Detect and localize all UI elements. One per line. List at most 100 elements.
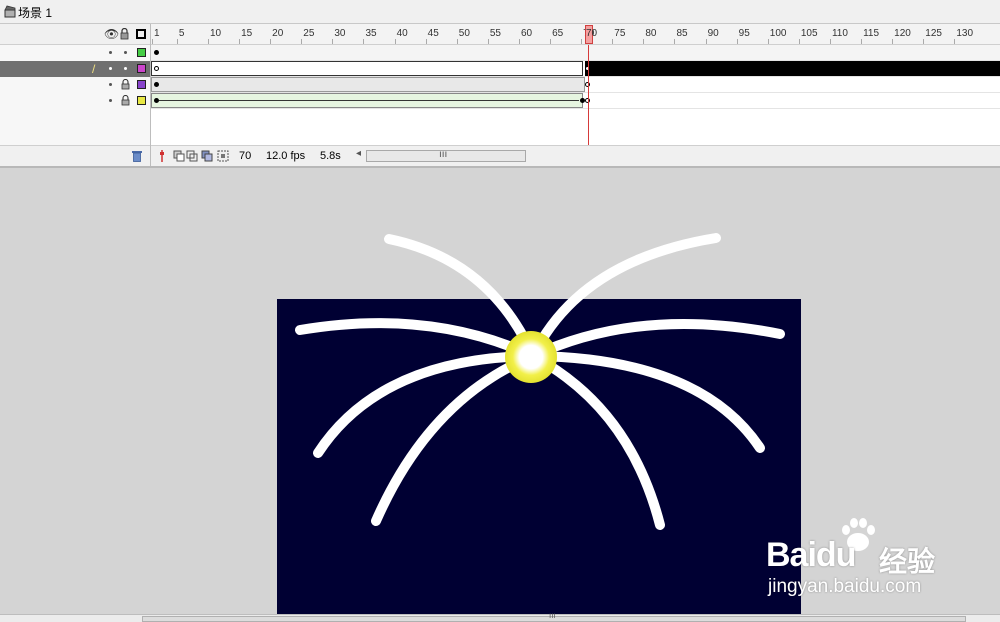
watermark: Baidu 经验 jingyan.baidu.com [766,516,950,604]
lock-dot[interactable] [124,51,127,54]
frame-track[interactable] [151,93,1000,109]
keyframe[interactable] [154,50,159,55]
ruler-number: 80 [645,28,657,39]
layer-color-swatch[interactable] [137,80,146,89]
ruler-tick [736,39,738,44]
timeline-hscroll[interactable]: ııı [366,149,526,162]
ruler-tick [581,39,583,44]
frame-track[interactable] [151,77,1000,93]
eye-icon[interactable]: 👁 [104,28,119,40]
frame-span [151,61,583,76]
scroll-grip-icon[interactable]: ııı [549,611,556,620]
stage-hscroll[interactable]: ııı [0,611,1000,622]
ruler-tick [643,39,645,44]
visibility-dot[interactable] [109,51,112,54]
ruler-tick [207,39,209,44]
ruler-number: 20 [272,28,284,39]
layer-row[interactable] [0,93,150,109]
ruler-tick [954,39,956,44]
ruler-tick [612,39,614,44]
ruler-number: 15 [241,28,253,39]
ruler-number: 125 [925,28,942,39]
ruler-number: 1 [154,28,160,39]
ruler-number: 95 [738,28,750,39]
ruler-tick [705,39,707,44]
visibility-dot[interactable] [109,99,112,102]
ruler-tick [425,39,427,44]
ruler-tick [798,39,800,44]
clapperboard-icon[interactable] [4,5,16,18]
frame-ruler[interactable]: 1510152025303540455055606570758085909510… [151,24,1000,45]
ruler-number: 25 [303,28,315,39]
firework-center[interactable] [505,331,557,383]
ruler-number: 60 [520,28,533,39]
frame-span [151,77,585,92]
ruler-number: 65 [552,28,564,39]
center-frame-icon[interactable] [156,150,168,162]
layer-row[interactable] [0,77,150,93]
modify-markers-icon[interactable] [217,150,229,162]
ruler-number: 120 [894,28,911,39]
current-frame-field[interactable]: 70 [235,149,256,164]
ruler-number: 40 [396,28,408,39]
frame-track[interactable] [151,45,1000,61]
ruler-tick [487,39,489,44]
ruler-number: 85 [676,28,688,39]
layer-color-swatch[interactable] [137,96,146,105]
layer-color-swatch[interactable] [137,48,146,57]
trash-icon[interactable] [132,150,142,162]
scroll-left-arrow-icon[interactable]: ◂ [356,148,361,159]
ruler-number: 50 [458,28,470,39]
layer-row[interactable] [0,45,150,61]
ruler-number: 115 [863,28,880,39]
watermark-url: jingyan.baidu.com [768,576,922,597]
ruler-tick [332,39,334,44]
watermark-logo: Baidu [766,536,856,574]
playhead-label: 70 [586,28,598,39]
lock-icon[interactable] [120,28,129,40]
lock-dot[interactable] [124,67,127,70]
outline-icon[interactable] [136,29,146,39]
tween-arrow [159,100,579,101]
visibility-dot[interactable] [109,67,112,70]
ruler-tick [861,39,863,44]
playhead-line [588,45,589,145]
keyframe[interactable] [154,98,159,103]
ruler-tick [152,39,153,44]
keyframe[interactable] [154,66,159,71]
ruler-tick [363,39,365,44]
frame-track[interactable] [151,61,1000,77]
elapsed-time-field: 5.8s [316,149,345,164]
layer-row-selected[interactable]: / [0,61,150,77]
ruler-number: 45 [427,28,439,39]
lock-icon[interactable] [121,95,130,106]
layer-list: 👁 / [0,24,150,166]
ruler-number: 10 [209,28,222,39]
watermark-cn-text: 经验 [879,546,936,577]
lock-icon[interactable] [121,79,130,90]
ruler-tick [550,39,552,44]
ruler-tick [892,39,894,44]
ruler-tick [518,39,520,44]
pencil-icon: / [92,62,96,76]
scene-bar: 场景 1 [0,0,1000,24]
ruler-tick [394,39,396,44]
ruler-number: 35 [365,28,377,39]
onion-skin-outlines-icon[interactable] [186,150,198,162]
timeline-panel: 👁 / 1 5 10 15 20 25 30 35 40 45 50 55 60… [0,24,1000,166]
scroll-grip-icon[interactable]: ııı [439,149,447,160]
visibility-dot[interactable] [109,83,112,86]
keyframe[interactable] [154,82,159,87]
frame-rate-field[interactable]: 12.0 fps [262,149,310,164]
edit-multiple-frames-icon[interactable] [201,150,213,162]
scene-label[interactable]: 场景 1 [18,4,52,21]
layer-header-row: 👁 [0,24,150,45]
ruler-number: 110 [831,28,848,39]
ruler-number: 105 [800,28,818,39]
ruler-tick [767,39,769,44]
frames-area[interactable]: 1510152025303540455055606570758085909510… [150,24,1000,166]
ruler-tick [239,39,241,44]
layer-color-swatch[interactable] [137,64,146,73]
ruler-number: 5 [178,28,185,39]
onion-skin-icon[interactable] [173,150,185,162]
